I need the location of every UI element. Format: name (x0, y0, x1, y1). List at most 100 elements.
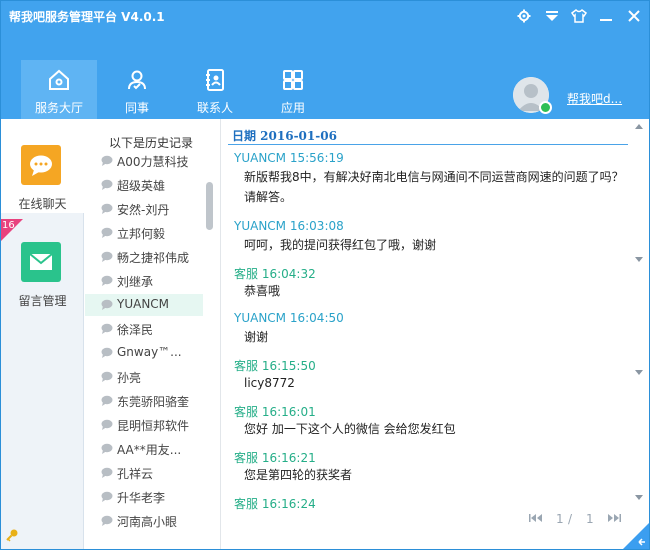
contact-item[interactable]: 升华老李 (85, 486, 203, 508)
history-contact-list: 以下是历史记录 A00力慧科技超级英雄安然-刘丹立邦何毅畅之捷祁伟成 刘继承 YUA… (85, 119, 221, 549)
message-sender: YUANCM (234, 311, 287, 325)
chat-history-icon (101, 395, 113, 409)
chat-history-icon (101, 347, 113, 361)
message-header: 客服 16:15:50 (234, 357, 316, 374)
message-time: 16:04:32 (261, 267, 316, 281)
message-time: 16:15:50 (261, 359, 316, 373)
contact-item[interactable]: 刘继承 (85, 270, 203, 292)
contact-item[interactable]: 畅之捷祁伟成 (85, 246, 203, 268)
message-time: 16:04:50 (289, 311, 344, 325)
app-window: 帮我吧服务管理平台 V4.0.1 服务大厅 同事 联系人 应用 帮我吧d... … (0, 0, 650, 550)
gear-icon[interactable] (513, 5, 535, 27)
back-arrow-icon[interactable] (637, 536, 647, 549)
message-sender: YUANCM (234, 151, 287, 165)
contact-item[interactable]: 安然-刘丹 (85, 198, 203, 220)
message-text: 恭喜哦 (244, 284, 281, 298)
contact-name: 昆明恒邦软件 (117, 419, 190, 433)
tab-label: 应用 (280, 101, 305, 115)
tab-contacts[interactable]: 联系人 (177, 60, 253, 119)
chat-history-icon (101, 419, 113, 433)
chat-bubble-icon (21, 145, 61, 185)
contact-name: YUANCM (117, 297, 170, 311)
message-text: 请解答。 (244, 190, 293, 204)
contact-name: 徐泽民 (117, 323, 154, 337)
key-icon[interactable] (5, 528, 19, 545)
first-page-icon[interactable] (528, 512, 544, 527)
tab-apps[interactable]: 应用 (255, 60, 331, 119)
contact-item[interactable]: 孔祥云 (85, 462, 203, 484)
message-header: 客服 16:16:24 (234, 495, 316, 512)
message-time: 16:03:08 (289, 219, 344, 233)
contact-item[interactable]: 超级英雄 (85, 174, 203, 196)
message-sender: 客服 (234, 359, 259, 373)
chat-history-icon (101, 491, 113, 505)
chat-history-panel: 日期 2016-01-06 YUANCM 15:56:19 新版帮我8中，有解决好… (222, 119, 649, 549)
close-icon[interactable] (623, 5, 645, 27)
message-sender: 客服 (234, 451, 259, 465)
colleague-icon (128, 70, 146, 90)
chat-history-icon (101, 443, 113, 457)
message-time: 16:16:24 (261, 497, 316, 511)
contact-item[interactable]: 立邦何毅 (85, 222, 203, 244)
contact-name: A00力慧科技 (117, 155, 189, 169)
tab-label: 服务大厅 (34, 101, 83, 115)
contact-item[interactable]: A00力慧科技 (85, 150, 203, 172)
chat-history-icon (101, 275, 113, 289)
username-link[interactable]: 帮我吧d... (567, 90, 622, 107)
contact-name: AA**用友... (117, 443, 182, 457)
chat-history-icon (101, 251, 113, 265)
contact-name: 畅之捷祁伟成 (117, 251, 190, 265)
last-page-icon[interactable] (606, 512, 622, 527)
sidebar: 在线聊天 留言管理 (1, 119, 84, 549)
contact-item[interactable]: 昆明恒邦软件 (85, 414, 203, 436)
contact-name: 东莞骄阳骆奎 (117, 395, 190, 409)
message-time: 16:16:21 (261, 451, 316, 465)
contact-item[interactable]: 孙亮 (85, 366, 203, 388)
message-sender: YUANCM (234, 219, 287, 233)
sidebar-item-online-chat[interactable]: 在线聊天 (1, 119, 84, 213)
contact-item[interactable]: 河南高小眼 (85, 510, 203, 532)
contact-list-scrollbar[interactable] (206, 182, 213, 230)
tab-service-hall[interactable]: 服务大厅 (21, 60, 97, 119)
message-sender: 客服 (234, 497, 259, 511)
chat-scrollbar[interactable] (634, 123, 644, 503)
message-text: 新版帮我8中，有解决好南北电信与网通间不同运营商网速的问题了吗？ (244, 170, 624, 184)
contact-item[interactable]: YUANCM (85, 294, 203, 316)
tab-colleague[interactable]: 同事 (99, 60, 175, 119)
contact-item[interactable]: 徐泽民 (85, 318, 203, 340)
contact-item[interactable]: 东莞骄阳骆奎 (85, 390, 203, 412)
contact-item[interactable]: Gnway™... (85, 342, 203, 364)
shirt-icon[interactable] (568, 5, 590, 27)
message-time: 15:56:19 (289, 151, 344, 165)
page-separator: / (568, 512, 573, 526)
contact-item[interactable]: AA**用友... (85, 438, 203, 460)
chat-history-icon (101, 299, 113, 313)
contact-name: 河南高小眼 (117, 515, 178, 529)
message-time: 16:16:01 (261, 405, 316, 419)
message-header: 客服 16:16:21 (234, 449, 316, 466)
page-total: 1 (586, 512, 594, 526)
message-header: YUANCM 15:56:19 (234, 151, 344, 165)
dropdown-icon[interactable] (541, 5, 563, 27)
contact-name: 立邦何毅 (117, 227, 166, 241)
contact-name: 刘继承 (117, 275, 154, 289)
header-bar: 帮我吧服务管理平台 V4.0.1 服务大厅 同事 联系人 应用 帮我吧d... (1, 1, 649, 119)
chat-history-icon (101, 203, 113, 217)
contact-name: 安然-刘丹 (117, 203, 170, 217)
chat-history-icon (101, 155, 113, 169)
history-header: 以下是历史记录 (109, 136, 194, 150)
unread-badge-count: 16 (2, 220, 15, 231)
window-title: 帮我吧服务管理平台 V4.0.1 (9, 10, 165, 24)
message-header: 客服 16:16:01 (234, 403, 316, 420)
online-status-icon (539, 101, 552, 114)
contact-name: 孙亮 (117, 371, 142, 385)
sidebar-item-label: 留言管理 (18, 294, 67, 308)
mail-icon (21, 242, 61, 282)
minimize-icon[interactable] (595, 5, 617, 27)
contact-name: 孔祥云 (117, 467, 154, 481)
message-header: YUANCM 16:03:08 (234, 219, 344, 233)
chat-date: 日期 2016-01-06 (232, 129, 337, 143)
page-current: 1 (556, 512, 564, 526)
apps-grid-icon (283, 70, 303, 90)
message-header: 客服 16:04:32 (234, 265, 316, 282)
